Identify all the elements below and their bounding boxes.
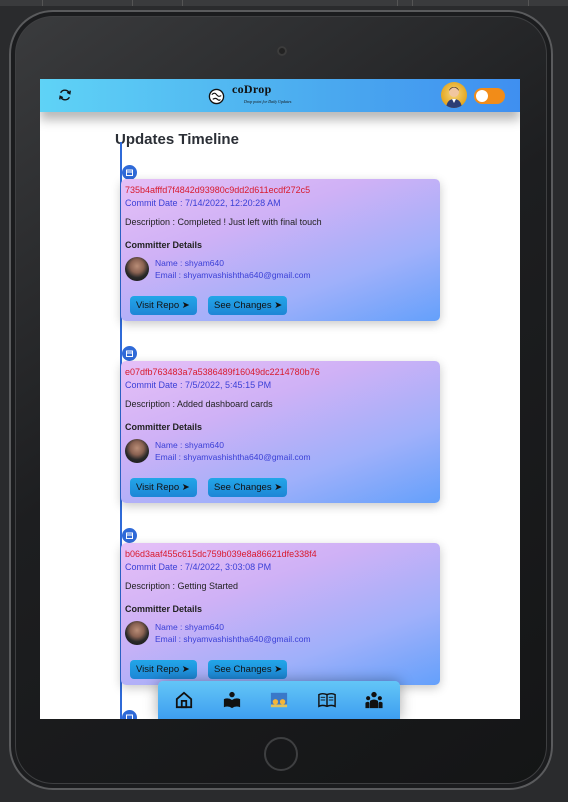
- commit-date: Commit Date : 7/14/2022, 12:20:28 AM: [125, 198, 281, 208]
- timeline-marker-icon: [122, 528, 137, 543]
- timeline-marker-icon: [122, 165, 137, 180]
- window-top-strip: [0, 0, 568, 6]
- see-changes-button[interactable]: See Changes ➤: [208, 296, 287, 315]
- commit-sha[interactable]: b06d3aaf455c615dc759b039e8a86621dfe338f4: [125, 549, 317, 559]
- committer-details-title: Committer Details: [125, 604, 203, 614]
- book-icon[interactable]: [318, 691, 336, 709]
- committer-avatar: [125, 621, 149, 645]
- visit-repo-button[interactable]: Visit Repo ➤: [130, 478, 197, 497]
- committer-email: Email : shyamvashishtha640@gmail.com: [155, 270, 311, 280]
- send-icon: ➤: [181, 300, 190, 311]
- committer-avatar: [125, 439, 149, 463]
- committer-details-title: Committer Details: [125, 240, 203, 250]
- visit-repo-button[interactable]: Visit Repo ➤: [130, 296, 197, 315]
- committer-name: Name : shyam640: [155, 440, 224, 450]
- gallery-icon[interactable]: [270, 691, 288, 709]
- see-changes-label: See Changes: [214, 482, 272, 493]
- logo-text: coDrop: [232, 82, 272, 96]
- commit-card: 735b4afffd7f4842d93980c9dd2d611ecdf272c5…: [121, 179, 440, 321]
- commit-date: Commit Date : 7/4/2022, 3:03:08 PM: [125, 562, 272, 572]
- home-hardware-button[interactable]: [264, 737, 298, 771]
- commit-date: Commit Date : 7/5/2022, 5:45:15 PM: [125, 380, 272, 390]
- logo-globe-icon: [208, 88, 225, 105]
- home-icon[interactable]: [175, 691, 193, 709]
- reader-icon[interactable]: [223, 691, 241, 709]
- commit-card: e07dfb763483a7a5386489f16049dc2214780b76…: [121, 361, 440, 503]
- commit-description: Description : Added dashboard cards: [125, 399, 273, 409]
- committer-name: Name : shyam640: [155, 622, 224, 632]
- send-icon: ➤: [274, 300, 283, 311]
- committer-name: Name : shyam640: [155, 258, 224, 268]
- send-icon: ➤: [274, 664, 283, 675]
- committer-email: Email : shyamvashishtha640@gmail.com: [155, 634, 311, 644]
- committer-avatar: [125, 257, 149, 281]
- commit-description: Description : Completed ! Just left with…: [125, 217, 322, 227]
- send-icon: ➤: [181, 664, 190, 675]
- commit-sha[interactable]: 735b4afffd7f4842d93980c9dd2d611ecdf272c5: [125, 185, 310, 195]
- commit-description: Description : Getting Started: [125, 581, 239, 591]
- timeline-marker-icon: [122, 710, 137, 719]
- app-bar: coDrop Drop point for Daily Updates: [40, 79, 520, 112]
- visit-repo-label: Visit Repo: [136, 664, 180, 675]
- app-logo[interactable]: coDrop Drop point for Daily Updates: [208, 82, 310, 109]
- team-icon[interactable]: [365, 691, 383, 709]
- toggle-knob: [476, 90, 488, 102]
- see-changes-label: See Changes: [214, 664, 272, 675]
- logo-tagline: Drop point for Daily Updates: [244, 99, 292, 104]
- send-icon: ➤: [274, 482, 283, 493]
- page-title: Updates Timeline: [115, 131, 239, 148]
- visit-repo-label: Visit Repo: [136, 482, 180, 493]
- app-screen: coDrop Drop point for Daily Updates Upda…: [40, 79, 520, 719]
- send-icon: ➤: [181, 482, 190, 493]
- camera: [277, 46, 287, 56]
- committer-details-title: Committer Details: [125, 422, 203, 432]
- bottom-nav: [158, 681, 400, 719]
- see-changes-button[interactable]: See Changes ➤: [208, 660, 287, 679]
- user-avatar[interactable]: [441, 82, 467, 108]
- refresh-icon[interactable]: [58, 88, 72, 102]
- visit-repo-button[interactable]: Visit Repo ➤: [130, 660, 197, 679]
- timeline-marker-icon: [122, 346, 137, 361]
- committer-email: Email : shyamvashishtha640@gmail.com: [155, 452, 311, 462]
- see-changes-label: See Changes: [214, 300, 272, 311]
- commit-sha[interactable]: e07dfb763483a7a5386489f16049dc2214780b76: [125, 367, 320, 377]
- theme-toggle[interactable]: [474, 88, 505, 104]
- visit-repo-label: Visit Repo: [136, 300, 180, 311]
- commit-card: b06d3aaf455c615dc759b039e8a86621dfe338f4…: [121, 543, 440, 685]
- see-changes-button[interactable]: See Changes ➤: [208, 478, 287, 497]
